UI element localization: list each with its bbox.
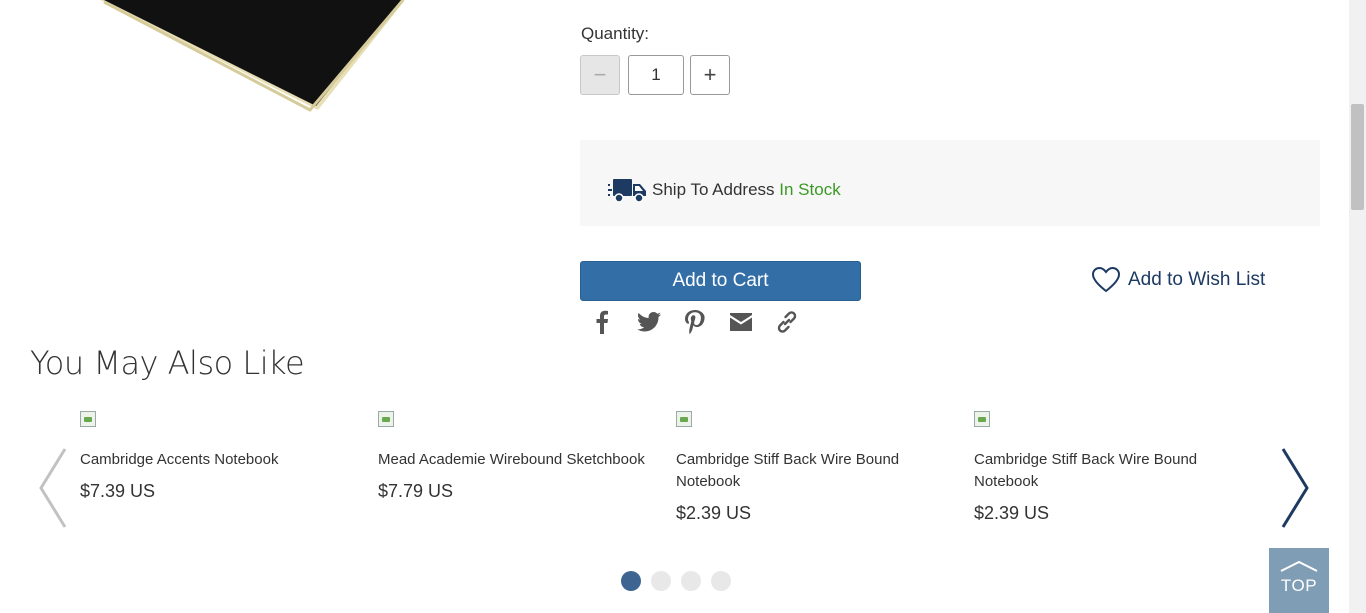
- quantity-decrease-button[interactable]: −: [580, 55, 620, 95]
- broken-image-icon[interactable]: [676, 411, 692, 427]
- quantity-label: Quantity:: [581, 24, 650, 43]
- add-to-cart-button[interactable]: Add to Cart: [580, 261, 861, 301]
- broken-image-icon[interactable]: [378, 411, 394, 427]
- back-to-top-button[interactable]: TOP: [1269, 548, 1329, 613]
- carousel-dot-4[interactable]: [711, 571, 731, 591]
- facebook-icon[interactable]: [589, 309, 615, 335]
- carousel-dot-3[interactable]: [681, 571, 701, 591]
- you-may-also-like-heading: You May Also Like: [30, 344, 305, 382]
- scrollbar-track[interactable]: [1349, 0, 1366, 613]
- scrollbar-thumb[interactable]: [1351, 104, 1364, 210]
- stock-status: In Stock: [779, 180, 841, 199]
- carousel-prev-arrow-icon[interactable]: [38, 447, 68, 529]
- truck-icon: [608, 179, 646, 203]
- shipping-info-box: Ship To Address In Stock: [580, 140, 1320, 226]
- product-price: $2.39 US: [974, 503, 1050, 523]
- product-price: $7.79 US: [378, 481, 454, 501]
- chevron-up-icon: [1280, 560, 1318, 572]
- product-name[interactable]: Cambridge Accents Notebook: [80, 449, 360, 471]
- product-card[interactable]: Cambridge Stiff Back Wire Bound Notebook…: [676, 411, 956, 524]
- heart-icon: [1092, 267, 1120, 293]
- add-to-wish-list-button[interactable]: Add to Wish List: [1092, 265, 1265, 295]
- product-price: $2.39 US: [676, 503, 752, 523]
- product-price: $7.39 US: [80, 481, 156, 501]
- email-icon[interactable]: [728, 309, 754, 335]
- broken-image-icon[interactable]: [974, 411, 990, 427]
- carousel-dot-1[interactable]: [621, 571, 641, 591]
- product-name[interactable]: Cambridge Stiff Back Wire Bound Notebook: [676, 449, 956, 493]
- twitter-icon[interactable]: [636, 309, 662, 335]
- carousel-dot-2[interactable]: [651, 571, 671, 591]
- ship-to-address-label: Ship To Address: [652, 180, 775, 199]
- shipping-status: Ship To Address In Stock: [652, 180, 841, 200]
- back-to-top-label: TOP: [1280, 576, 1318, 595]
- quantity-increase-button[interactable]: +: [690, 55, 730, 95]
- pinterest-icon[interactable]: [682, 309, 708, 335]
- carousel-pagination: [621, 571, 731, 591]
- broken-image-icon[interactable]: [80, 411, 96, 427]
- product-name[interactable]: Mead Academie Wirebound Sketchbook: [378, 449, 658, 471]
- product-name[interactable]: Cambridge Stiff Back Wire Bound Notebook: [974, 449, 1254, 493]
- quantity-input[interactable]: [628, 55, 684, 95]
- link-icon[interactable]: [774, 309, 800, 335]
- product-card[interactable]: Cambridge Stiff Back Wire Bound Notebook…: [974, 411, 1254, 524]
- product-card[interactable]: Mead Academie Wirebound Sketchbook $7.79…: [378, 411, 658, 502]
- product-image: [100, 0, 405, 112]
- carousel-next-arrow-icon[interactable]: [1280, 447, 1310, 529]
- wish-list-label: Add to Wish List: [1128, 269, 1266, 290]
- product-card[interactable]: Cambridge Accents Notebook $7.39 US: [80, 411, 360, 502]
